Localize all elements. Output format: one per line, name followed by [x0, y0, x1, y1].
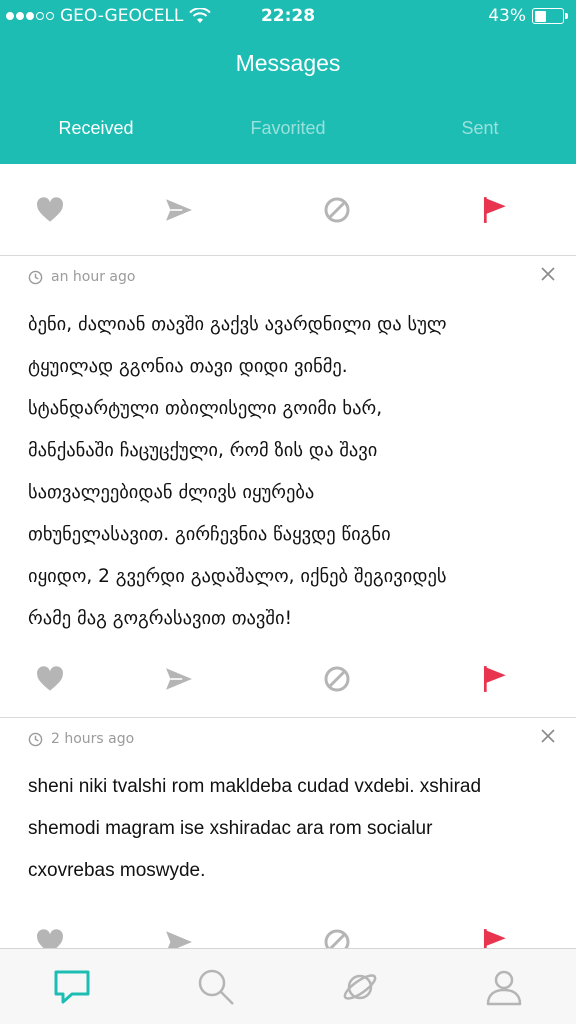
bottom-tab-bar	[0, 948, 576, 1024]
messages-icon	[54, 970, 90, 1003]
favorite-button[interactable]	[0, 196, 100, 223]
message-time: 2 hours ago	[51, 731, 135, 747]
battery-percent: 43%	[488, 6, 526, 26]
flag-icon	[483, 665, 506, 692]
flag-icon	[483, 196, 506, 223]
block-button[interactable]	[258, 665, 416, 693]
tab-sent[interactable]: Sent	[384, 118, 576, 139]
page-title: Messages	[235, 50, 341, 76]
message-line: სტანდარტული თბილისელი გოიმი ხარ,	[28, 398, 383, 419]
message-line: სათვალეებიდან ძლივს იყურება	[28, 482, 315, 503]
block-button[interactable]	[258, 196, 416, 224]
tabbar-messages[interactable]	[0, 968, 144, 1006]
dismiss-button[interactable]	[540, 266, 556, 286]
report-button[interactable]	[416, 665, 574, 693]
report-button[interactable]	[416, 196, 574, 224]
block-button[interactable]	[258, 928, 416, 948]
favorite-button[interactable]	[0, 665, 100, 692]
clock-icon	[28, 270, 43, 284]
tabbar-explore[interactable]	[288, 967, 432, 1007]
heart-icon	[37, 196, 63, 222]
send-icon	[166, 198, 192, 221]
dismiss-button[interactable]	[540, 728, 556, 748]
message-actions	[0, 896, 576, 948]
tabbar-search[interactable]	[144, 967, 288, 1007]
profile-icon	[486, 970, 522, 1005]
heart-icon	[37, 665, 63, 691]
message-line: sheni niki tvalshi rom makldeba cudad vx…	[28, 776, 482, 797]
report-button[interactable]	[416, 928, 574, 948]
message-text: ბენი, ძალიან თავში გაქვს ავარდნილი და სუ…	[0, 296, 576, 640]
tab-received[interactable]: Received	[0, 118, 192, 139]
message-card: an hour ago ბენი, ძალიან თავში გაქვს ავა…	[0, 256, 576, 718]
search-icon	[198, 969, 234, 1005]
reply-button[interactable]	[100, 930, 258, 948]
block-icon	[324, 197, 350, 222]
message-feed[interactable]: an hour ago ბენი, ძალიან თავში გაქვს ავა…	[0, 164, 576, 948]
message-line: რამე მაგ გოგრასავით თავში!	[28, 608, 292, 629]
header: GEO-GEOCELL 22:28 43% Messages Received …	[0, 0, 576, 164]
tabbar-profile[interactable]	[432, 967, 576, 1007]
favorite-button[interactable]	[0, 928, 100, 948]
message-time: an hour ago	[51, 269, 136, 285]
close-icon	[541, 729, 555, 743]
heart-icon	[37, 928, 63, 948]
send-icon	[166, 667, 192, 690]
segment-tabs: Received Favorited Sent	[0, 118, 576, 139]
block-icon	[324, 929, 350, 948]
block-icon	[324, 666, 350, 691]
message-line: shemodi magram ise xshiradac ara rom soc…	[28, 818, 433, 839]
close-icon	[541, 267, 555, 281]
planet-icon	[343, 973, 377, 1000]
message-line: ტყუილად გგონია თავი დიდი ვინმე.	[28, 356, 348, 377]
clock-icon	[28, 732, 43, 746]
message-actions	[0, 164, 576, 256]
message-text: sheni niki tvalshi rom makldeba cudad vx…	[0, 758, 576, 892]
flag-icon	[483, 928, 506, 948]
send-icon	[166, 930, 192, 948]
battery-icon	[532, 8, 568, 24]
reply-button[interactable]	[100, 667, 258, 691]
message-card: 2 hours ago sheni niki tvalshi rom makld…	[0, 718, 576, 948]
message-line: მანქანაში ჩაცუცქული, რომ ზის და შავი	[28, 440, 378, 461]
message-line: ბენი, ძალიან თავში გაქვს ავარდნილი და სუ…	[28, 314, 447, 335]
message-line: იყიდო, 2 გვერდი გადაშალო, იქნებ შეგივიდე…	[28, 566, 447, 587]
message-line: cxovrebas moswyde.	[28, 860, 206, 881]
status-bar: GEO-GEOCELL 22:28 43%	[0, 0, 576, 32]
message-line: თხუნელასავით. გირჩევნია წაყვდე წიგნი	[28, 524, 391, 545]
tab-favorited[interactable]: Favorited	[192, 118, 384, 139]
message-actions	[0, 640, 576, 718]
reply-button[interactable]	[100, 198, 258, 222]
